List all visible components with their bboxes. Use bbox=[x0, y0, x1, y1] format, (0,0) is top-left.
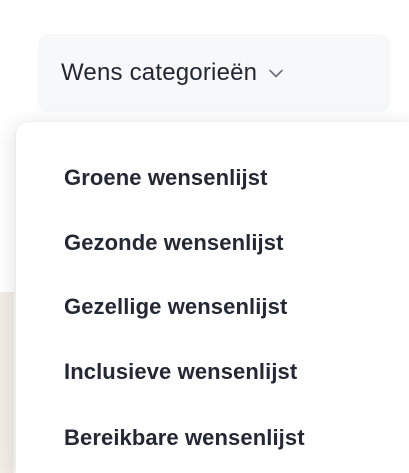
menu-item-groene-wensenlijst[interactable]: Groene wensenlijst bbox=[64, 167, 268, 189]
dropdown-toggle-label: Wens categorieën bbox=[61, 59, 258, 86]
background-panel bbox=[0, 292, 14, 473]
menu-item-inclusieve-wensenlijst[interactable]: Inclusieve wensenlijst bbox=[64, 361, 297, 383]
menu-item-gezellige-wensenlijst[interactable]: Gezellige wensenlijst bbox=[64, 296, 287, 318]
menu-item-gezonde-wensenlijst[interactable]: Gezonde wensenlijst bbox=[64, 232, 284, 254]
wish-categories-menu: Groene wensenlijst Gezonde wensenlijst G… bbox=[16, 122, 409, 473]
menu-item-bereikbare-wensenlijst[interactable]: Bereikbare wensenlijst bbox=[64, 427, 305, 449]
wish-categories-dropdown-toggle[interactable]: Wens categorieën bbox=[38, 34, 390, 112]
chevron-down-icon bbox=[267, 64, 285, 82]
